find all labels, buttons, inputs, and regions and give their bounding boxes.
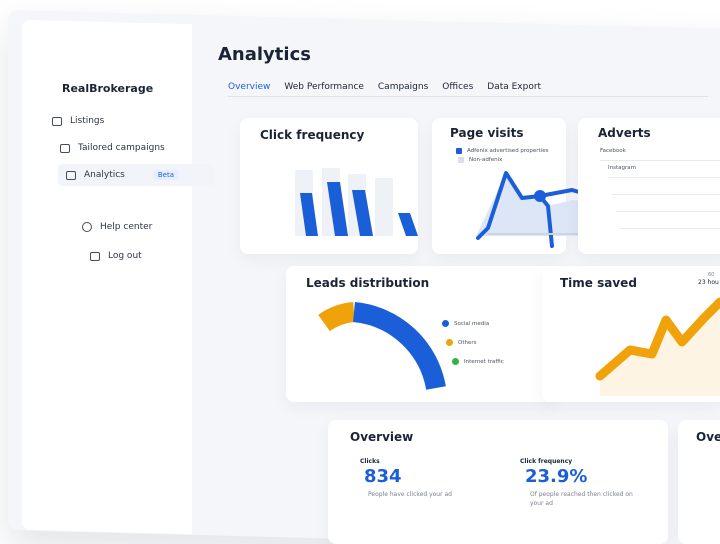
- click-frequency-label: Click frequency: [520, 458, 573, 465]
- tab-campaigns[interactable]: Campaigns: [378, 82, 428, 97]
- sidebar-item-campaigns[interactable]: Tailored campaigns: [60, 143, 165, 153]
- click-frequency-value: 23.9%: [525, 466, 588, 487]
- card-title: Overview: [350, 430, 414, 444]
- page-title: Analytics: [218, 44, 311, 65]
- campaigns-icon: [60, 143, 70, 153]
- slice-others: [318, 302, 356, 332]
- analytics-dashboard: RealBrokerage Listings Tailored campaign…: [0, 0, 720, 544]
- advert-dropdown[interactable]: Instagram ⌄: [608, 165, 720, 178]
- clicks-label: Clicks: [360, 458, 380, 465]
- sidebar-item-label: Listings: [70, 116, 105, 126]
- page-visits-card: Page visits Adfenix advertised propertie…: [432, 118, 622, 254]
- bar-bg: [375, 178, 393, 236]
- leads-distribution-card: Leads distribution Social media Others I…: [286, 266, 556, 402]
- legend-label: Others: [458, 339, 477, 346]
- legend-item: Social media: [442, 320, 489, 327]
- tab-bar: Overview Web Performance Campaigns Offic…: [228, 82, 541, 97]
- help-icon: [82, 222, 92, 232]
- advert-dropdown[interactable]: ⌄: [620, 216, 720, 229]
- legend-dot: [442, 320, 449, 327]
- brand-logo[interactable]: RealBrokerage: [62, 82, 153, 95]
- overview-card: Overview Clicks 834 People have clicked …: [328, 420, 668, 544]
- card-title: Ove: [696, 430, 720, 444]
- tab-divider: [228, 96, 708, 97]
- legend-label: Internet traffic: [464, 358, 504, 365]
- advert-dropdown[interactable]: Facebook ⌄: [600, 148, 720, 161]
- dropdown-value: Facebook: [600, 148, 626, 154]
- legend-dot: [452, 358, 459, 365]
- sidebar-item-label: Tailored campaigns: [78, 143, 165, 153]
- slice-social-media: [352, 302, 446, 390]
- time-saved-card: Time saved 60 23 hou: [542, 266, 720, 402]
- legend-item: Internet traffic: [452, 358, 504, 365]
- overview-card-secondary: Ove: [678, 420, 720, 544]
- clicks-note: People have clicked your ad: [368, 491, 452, 498]
- tab-data-export[interactable]: Data Export: [487, 82, 541, 97]
- sidebar-item-help[interactable]: Help center: [82, 222, 152, 232]
- bar: [398, 213, 418, 236]
- legend-item: Others: [446, 339, 476, 346]
- card-title: Adverts: [598, 126, 651, 140]
- beta-badge: Beta: [152, 170, 180, 180]
- tab-web-performance[interactable]: Web Performance: [284, 82, 364, 97]
- advert-dropdown[interactable]: ⌄: [616, 199, 720, 212]
- sidebar: [22, 19, 192, 535]
- logout-icon: [90, 251, 100, 261]
- sidebar-item-label: Help center: [100, 222, 153, 232]
- advert-dropdown[interactable]: ⌄: [612, 182, 720, 195]
- clicks-value: 834: [364, 466, 402, 487]
- click-frequency-bars: [295, 168, 418, 236]
- sidebar-item-label: Log out: [108, 251, 142, 261]
- tab-overview[interactable]: Overview: [228, 82, 271, 97]
- sidebar-item-listings[interactable]: Listings: [52, 116, 104, 126]
- click-frequency-note: Of people reached then clicked on your a…: [530, 491, 633, 507]
- time-saved-line-chart: [595, 297, 720, 396]
- dropdown-value: Instagram: [608, 165, 636, 171]
- tab-offices[interactable]: Offices: [442, 82, 473, 97]
- adverts-card: Adverts Facebook ⌄ Instagram ⌄ ⌄ ⌄ ⌄: [578, 118, 720, 254]
- analytics-icon: [66, 170, 76, 180]
- click-frequency-card: Click frequency: [240, 118, 418, 254]
- sidebar-item-label: Analytics: [84, 170, 125, 180]
- sidebar-item-analytics[interactable]: Analytics Beta: [58, 164, 214, 186]
- data-point: [534, 190, 546, 202]
- legend-label: Social media: [454, 320, 490, 327]
- listings-icon: [52, 116, 62, 126]
- sidebar-item-logout[interactable]: Log out: [90, 251, 142, 261]
- legend-dot: [446, 339, 453, 346]
- leads-donut-chart: [318, 302, 446, 390]
